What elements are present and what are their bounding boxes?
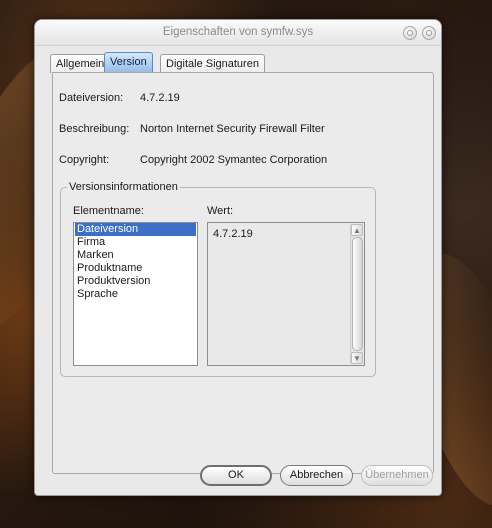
- version-tab-panel: Dateiversion: 4.7.2.19 Beschreibung: Nor…: [52, 72, 434, 474]
- value-textbox[interactable]: 4.7.2.19 ▲ ▼: [207, 222, 365, 366]
- copyright-value: Copyright 2002 Symantec Corporation: [140, 154, 328, 166]
- copyright-label: Copyright:: [59, 154, 110, 166]
- apply-button[interactable]: Übernehmen: [361, 465, 433, 486]
- minimize-icon[interactable]: [403, 26, 417, 40]
- scroll-down-icon[interactable]: ▼: [351, 352, 363, 364]
- item-name-list[interactable]: Dateiversion Firma Marken Produktname Pr…: [73, 222, 198, 366]
- value-scrollbar[interactable]: ▲ ▼: [350, 224, 363, 364]
- file-version-value: 4.7.2.19: [140, 92, 180, 104]
- ok-button[interactable]: OK: [200, 465, 272, 486]
- close-icon[interactable]: [422, 26, 436, 40]
- scroll-up-icon[interactable]: ▲: [351, 224, 363, 236]
- properties-dialog: Eigenschaften von symfw.sys Allgemein Ve…: [34, 19, 442, 496]
- window-title: Eigenschaften von symfw.sys: [162, 26, 314, 38]
- tab-version[interactable]: Version: [104, 52, 153, 74]
- cancel-button[interactable]: Abbrechen: [280, 465, 353, 486]
- list-item-dateiversion[interactable]: Dateiversion: [75, 223, 196, 236]
- file-version-label: Dateiversion:: [59, 92, 124, 104]
- scroll-thumb[interactable]: [352, 237, 363, 351]
- title-bar[interactable]: Eigenschaften von symfw.sys: [35, 20, 441, 46]
- value-label: Wert:: [207, 205, 234, 217]
- list-item-produktversion[interactable]: Produktversion: [75, 275, 196, 288]
- description-value: Norton Internet Security Firewall Filter: [140, 123, 325, 135]
- description-label: Beschreibung:: [59, 123, 130, 135]
- version-info-group: Versionsinformationen Elementname: Wert:…: [60, 181, 376, 377]
- list-item-marken[interactable]: Marken: [75, 249, 196, 262]
- item-name-label: Elementname:: [73, 205, 144, 217]
- list-item-produktname[interactable]: Produktname: [75, 262, 196, 275]
- tab-digitale-signaturen[interactable]: Digitale Signaturen: [160, 54, 265, 73]
- list-item-firma[interactable]: Firma: [75, 236, 196, 249]
- group-title: Versionsinformationen: [67, 181, 180, 193]
- list-item-sprache[interactable]: Sprache: [75, 288, 196, 301]
- value-text[interactable]: 4.7.2.19: [213, 228, 253, 240]
- tab-allgemein[interactable]: Allgemein: [50, 54, 111, 73]
